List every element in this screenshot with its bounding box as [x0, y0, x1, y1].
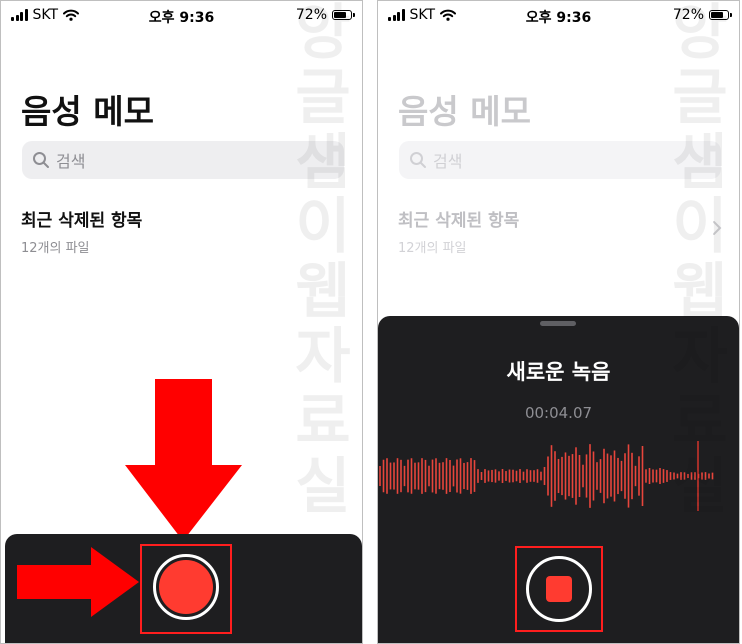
status-bar: SKT 오후 9:36 72%	[1, 1, 362, 31]
sheet-grabber[interactable]	[540, 321, 576, 326]
search-icon	[410, 152, 426, 168]
battery-percent: 72%	[672, 7, 704, 23]
recording-title: 새로운 녹음	[506, 360, 611, 384]
search-icon	[33, 152, 49, 168]
battery-percent: 72%	[295, 7, 327, 23]
page-title: 음성 메모	[21, 92, 154, 131]
stop-icon	[546, 576, 572, 602]
waveform	[379, 441, 714, 511]
battery-icon	[709, 10, 732, 20]
list-item-subtitle: 12개의 파일	[21, 241, 90, 256]
battery-icon	[332, 10, 355, 20]
record-button[interactable]	[153, 554, 219, 620]
search-placeholder: 검색	[433, 152, 463, 171]
list-item-recently-deleted[interactable]: 최근 삭제된 항목 12개의 파일	[398, 206, 728, 256]
phone-screen-recording: SKT 오후 9:36 72% 앙글샘이웹자료실 음성 메모 검색 최근 삭제된…	[377, 0, 740, 644]
chevron-right-icon	[713, 221, 722, 235]
page-title: 음성 메모	[398, 92, 531, 131]
search-placeholder: 검색	[56, 152, 86, 171]
list-item-title: 최근 삭제된 항목	[21, 211, 143, 231]
stop-button[interactable]	[526, 556, 592, 622]
status-bar: SKT 오후 9:36 72%	[378, 1, 739, 31]
list-item-recently-deleted[interactable]: 최근 삭제된 항목 12개의 파일	[21, 206, 351, 256]
record-button-highlight	[140, 544, 232, 634]
arrow-right-icon	[17, 547, 139, 617]
arrow-down-icon	[125, 379, 242, 541]
stop-button-highlight	[515, 546, 603, 632]
search-input[interactable]: 검색	[22, 141, 344, 179]
search-input[interactable]: 검색	[399, 141, 721, 179]
list-item-title: 최근 삭제된 항목	[398, 211, 520, 231]
watermark: 앙글샘이웹자료실	[295, 0, 351, 522]
recording-timer: 00:04.07	[524, 404, 593, 422]
list-item-subtitle: 12개의 파일	[398, 241, 467, 256]
record-icon	[159, 560, 213, 614]
